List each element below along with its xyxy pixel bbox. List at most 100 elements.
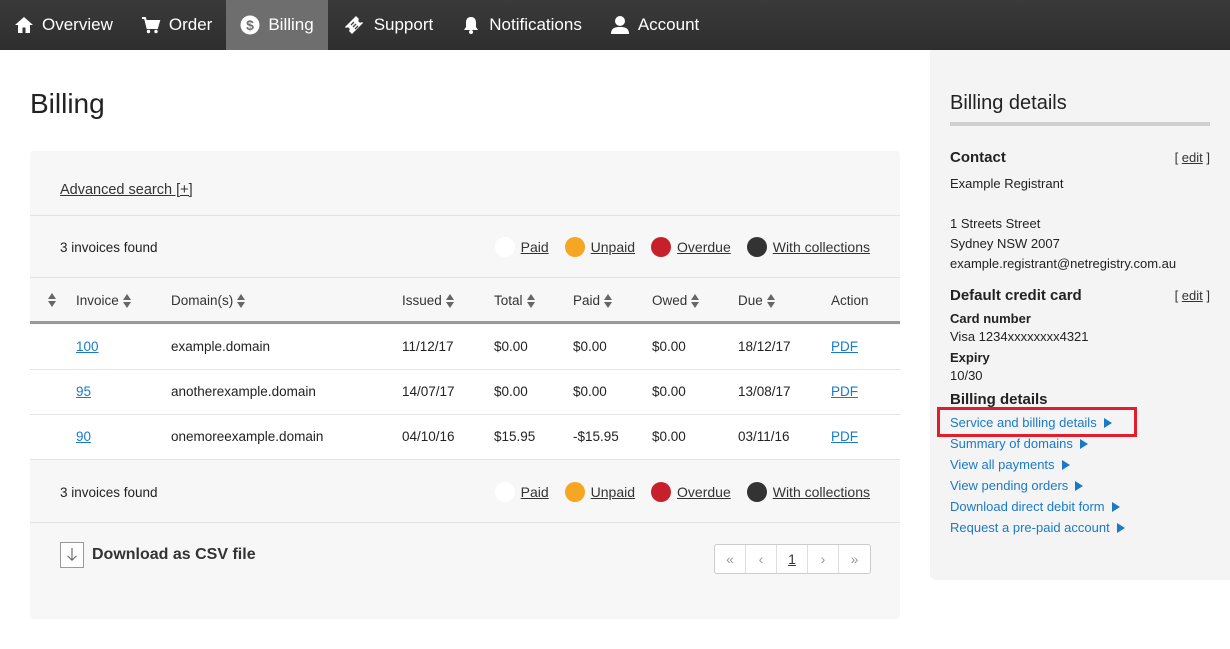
column-paid-label: Paid [573, 293, 601, 308]
invoice-link[interactable]: 100 [76, 339, 99, 354]
legend-unpaid-label: Unpaid [590, 239, 636, 255]
sort-icon [526, 293, 536, 308]
column-issued[interactable]: Issued [402, 293, 455, 308]
nav-account-label: Account [637, 15, 700, 34]
sort-icon [445, 293, 455, 308]
card-edit: [ edit ] [1174, 288, 1210, 303]
issued-cell: 11/12/17 [402, 339, 454, 354]
contact-email: example.registrant@netregistry.com.au [950, 256, 1177, 271]
link-label: Summary of domains [950, 436, 1073, 451]
owed-cell: $0.00 [652, 429, 686, 444]
service-billing-details-link[interactable]: Service and billing details [950, 415, 1112, 430]
page-1-button[interactable]: 1 [777, 545, 808, 573]
column-action: Action [831, 293, 869, 308]
next-page-button[interactable]: › [808, 545, 839, 573]
arrow-right-icon [1079, 438, 1088, 449]
legend-with-collections[interactable]: With collections [746, 482, 870, 502]
nav-order-label: Order [168, 15, 213, 34]
ticket-icon [342, 13, 366, 37]
arrow-right-icon [1103, 417, 1112, 428]
summary-of-domains-link[interactable]: Summary of domains [950, 436, 1088, 451]
paid-cell: $0.00 [573, 339, 607, 354]
legend-overdue[interactable]: Overdue [651, 237, 731, 257]
user-icon [610, 15, 630, 35]
column-invoice[interactable]: Invoice [76, 293, 132, 308]
contact-street: 1 Streets Street [950, 216, 1041, 231]
collections-status-dot [746, 482, 767, 502]
home-icon [14, 15, 34, 35]
due-cell: 18/12/17 [738, 339, 791, 354]
divider [30, 522, 900, 523]
nav-order[interactable]: Order [127, 0, 226, 50]
sort-icon [604, 293, 613, 308]
legend-overdue-label: Overdue [677, 484, 731, 500]
nav-notifications-label: Notifications [489, 15, 582, 34]
due-cell: 13/08/17 [738, 384, 791, 399]
view-pending-orders-link[interactable]: View pending orders [950, 478, 1084, 493]
sort-icon [237, 293, 246, 308]
expiry-label: Expiry [950, 350, 990, 365]
column-status[interactable] [44, 293, 57, 307]
column-total-label: Total [494, 293, 523, 308]
nav-overview[interactable]: Overview [0, 0, 127, 50]
overdue-status-dot [651, 482, 672, 502]
nav-notifications[interactable]: Notifications [447, 0, 596, 50]
arrow-right-icon [1111, 501, 1120, 512]
top-navigation: Overview Order $ Billing Support Notific… [0, 0, 1230, 50]
legend-overdue[interactable]: Overdue [651, 482, 731, 502]
column-invoice-label: Invoice [76, 293, 119, 308]
legend-paid[interactable]: Paid [494, 237, 549, 257]
cart-icon [141, 15, 161, 35]
download-csv-button[interactable]: Download as CSV file [60, 542, 256, 568]
view-all-payments-link[interactable]: View all payments [950, 457, 1070, 472]
sort-icon [691, 293, 700, 308]
download-csv-label: Download as CSV file [92, 546, 256, 563]
contact-edit-link[interactable]: edit [1182, 150, 1203, 165]
legend-with-collections[interactable]: With collections [746, 237, 870, 257]
advanced-search-link[interactable]: Advanced search [+] [60, 182, 193, 198]
last-page-button[interactable]: » [839, 545, 870, 573]
column-owed-label: Owed [652, 293, 688, 308]
unpaid-status-dot [564, 482, 585, 502]
sidebar-title: Billing details [950, 92, 1067, 114]
invoice-summary-top: 3 invoices found Paid Unpaid Overdue Wit… [30, 216, 900, 278]
legend-paid[interactable]: Paid [494, 482, 549, 502]
pdf-link[interactable]: PDF [831, 429, 858, 444]
invoice-link[interactable]: 95 [76, 384, 91, 399]
invoice-table-header: Invoice Domain(s) Issued Total Paid Owed… [30, 278, 900, 324]
first-page-button[interactable]: « [715, 545, 746, 573]
legend-unpaid-label: Unpaid [590, 484, 636, 500]
column-paid[interactable]: Paid [573, 293, 613, 308]
prev-page-button[interactable]: ‹ [746, 545, 777, 573]
invoice-count: 3 invoices found [60, 484, 158, 500]
column-owed[interactable]: Owed [652, 293, 700, 308]
legend-unpaid[interactable]: Unpaid [564, 237, 636, 257]
total-cell: $0.00 [494, 384, 528, 399]
issued-cell: 04/10/16 [402, 429, 455, 444]
column-domains[interactable]: Domain(s) [171, 293, 246, 308]
legend-unpaid[interactable]: Unpaid [564, 482, 636, 502]
nav-billing[interactable]: $ Billing [226, 0, 328, 50]
nav-account[interactable]: Account [596, 0, 713, 50]
sort-icon [766, 293, 776, 308]
pdf-link[interactable]: PDF [831, 339, 858, 354]
invoice-summary-bottom: 3 invoices found Paid Unpaid Overdue Wit… [30, 461, 900, 523]
request-prepaid-account-link[interactable]: Request a pre-paid account [950, 520, 1125, 535]
invoice-count: 3 invoices found [60, 239, 158, 255]
arrow-right-icon [1061, 459, 1070, 470]
domain-cell: example.domain [171, 339, 271, 354]
column-due[interactable]: Due [738, 293, 776, 308]
sidebar-title-rule [950, 122, 1210, 126]
link-label: Service and billing details [950, 415, 1097, 430]
link-label: Request a pre-paid account [950, 520, 1110, 535]
card-edit-link[interactable]: edit [1182, 288, 1203, 303]
download-direct-debit-link[interactable]: Download direct debit form [950, 499, 1120, 514]
pagination: « ‹ 1 › » [714, 544, 871, 574]
nav-overview-label: Overview [42, 15, 113, 34]
domain-cell: onemoreexample.domain [171, 429, 324, 444]
pdf-link[interactable]: PDF [831, 384, 858, 399]
invoice-link[interactable]: 90 [76, 429, 91, 444]
column-total[interactable]: Total [494, 293, 536, 308]
contact-name: Example Registrant [950, 176, 1064, 191]
nav-support[interactable]: Support [328, 0, 448, 50]
